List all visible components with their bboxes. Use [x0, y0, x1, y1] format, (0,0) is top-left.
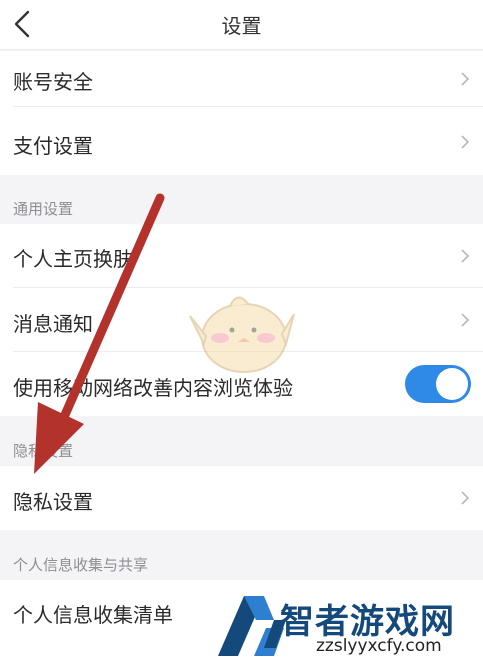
toggle-knob	[436, 368, 468, 400]
row-label: 消息通知	[13, 312, 93, 336]
chevron-right-icon	[461, 249, 470, 263]
row-privacy-settings[interactable]: 隐私设置	[0, 466, 483, 530]
chevron-right-icon	[461, 72, 470, 86]
row-homepage-skin[interactable]: 个人主页换肤	[0, 224, 483, 288]
row-account-security[interactable]: 账号安全	[0, 51, 483, 107]
row-label: 个人主页换肤	[13, 247, 133, 271]
page-title: 设置	[221, 14, 262, 38]
chevron-right-icon	[461, 135, 470, 149]
chevron-right-icon	[461, 313, 470, 327]
mascot-icon	[189, 296, 295, 373]
section-title-general: 通用设置	[13, 200, 74, 218]
section-title-privacy: 隐私设置	[13, 442, 74, 460]
top-bar: 设置	[0, 0, 483, 50]
row-label: 个人信息收集清单	[13, 603, 173, 627]
row-label: 支付设置	[13, 134, 93, 158]
row-label: 账号安全	[13, 70, 93, 94]
row-payment-settings[interactable]: 支付设置	[0, 107, 483, 175]
row-label: 隐私设置	[13, 490, 93, 514]
section-title-personal-info: 个人信息收集与共享	[13, 556, 149, 574]
chevron-right-icon	[461, 491, 470, 505]
watermark-url: zzslyyxcfy.com	[316, 636, 442, 656]
mobile-network-toggle[interactable]	[405, 365, 471, 403]
